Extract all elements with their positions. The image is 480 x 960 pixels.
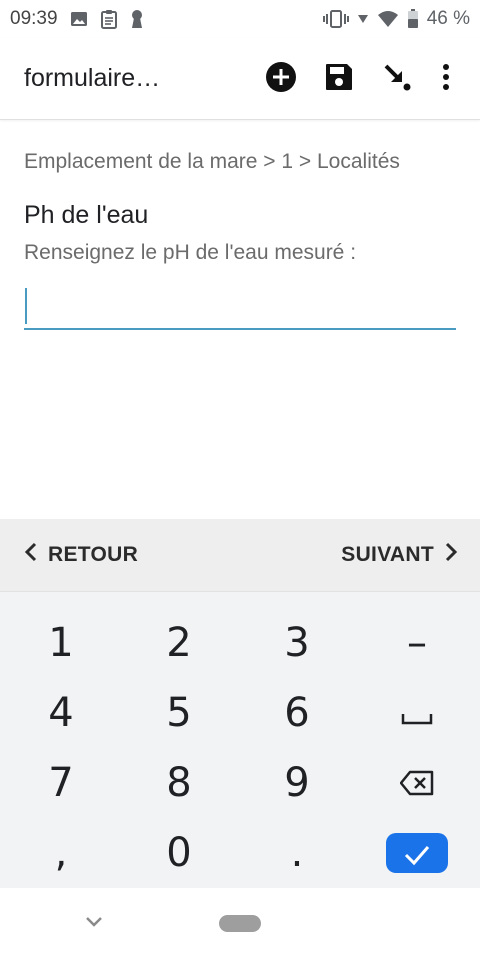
screen: 09:39 46 % formulaire… Emplacement de la… xyxy=(0,0,480,960)
app-bar-actions xyxy=(252,38,466,120)
back-button[interactable]: RETOUR xyxy=(24,542,138,568)
done-button[interactable] xyxy=(386,833,448,873)
home-pill[interactable] xyxy=(219,915,261,932)
more-vert-icon xyxy=(442,63,450,95)
system-navigation-bar xyxy=(0,888,480,960)
chevron-left-icon xyxy=(24,542,38,568)
key-comma[interactable]: , xyxy=(2,818,120,888)
go-to-end-button[interactable] xyxy=(368,50,426,108)
status-time: 09:39 xyxy=(10,8,58,29)
check-icon xyxy=(403,830,431,876)
form-navigation-bar: RETOUR SUIVANT xyxy=(0,519,480,591)
status-bar: 09:39 46 % xyxy=(0,0,480,38)
text-cursor xyxy=(25,288,27,324)
key-3[interactable]: 3 xyxy=(238,608,356,678)
space-bar-icon xyxy=(401,690,433,736)
key-8[interactable]: 8 xyxy=(120,748,238,818)
more-options-button[interactable] xyxy=(426,50,466,108)
question-hint: Renseignez le pH de l'eau mesuré : xyxy=(24,241,357,264)
add-circle-icon xyxy=(265,61,297,98)
key-2[interactable]: 2 xyxy=(120,608,238,678)
key-minus[interactable]: – xyxy=(358,608,476,678)
add-repeat-button[interactable] xyxy=(252,50,310,108)
hide-keyboard-button[interactable] xyxy=(80,910,108,938)
back-button-label: RETOUR xyxy=(48,543,139,566)
keyhole-icon xyxy=(130,9,144,29)
next-button-label: SUIVANT xyxy=(341,543,434,566)
key-5[interactable]: 5 xyxy=(120,678,238,748)
key-0[interactable]: 0 xyxy=(120,818,238,888)
wifi-icon xyxy=(377,10,399,28)
vibrate-icon xyxy=(322,9,349,29)
app-bar: formulaire… xyxy=(0,38,480,120)
key-7[interactable]: 7 xyxy=(2,748,120,818)
question-title: Ph de l'eau xyxy=(24,201,149,229)
battery-icon xyxy=(407,9,419,29)
numeric-keyboard: 1 2 3 – 4 5 6 7 8 9 , 0 . xyxy=(0,591,480,888)
save-icon xyxy=(324,62,354,97)
clipboard-icon xyxy=(100,9,118,29)
signal-icon xyxy=(357,13,369,25)
save-button[interactable] xyxy=(310,50,368,108)
chevron-down-icon xyxy=(85,915,103,933)
key-backspace[interactable] xyxy=(358,748,476,818)
key-space[interactable] xyxy=(358,678,476,748)
key-1[interactable]: 1 xyxy=(2,608,120,678)
key-done[interactable] xyxy=(358,818,476,888)
ph-answer-input[interactable] xyxy=(24,282,456,330)
key-9[interactable]: 9 xyxy=(238,748,356,818)
key-4[interactable]: 4 xyxy=(2,678,120,748)
chevron-right-icon xyxy=(444,542,458,568)
image-icon xyxy=(70,10,88,28)
key-period[interactable]: . xyxy=(238,818,356,888)
key-6[interactable]: 6 xyxy=(238,678,356,748)
next-button[interactable]: SUIVANT xyxy=(341,542,458,568)
breadcrumb: Emplacement de la mare > 1 > Localités xyxy=(24,150,400,173)
go-to-end-icon xyxy=(382,62,412,97)
form-title: formulaire… xyxy=(24,64,161,92)
backspace-icon xyxy=(399,760,434,806)
battery-percent: 46 % xyxy=(426,8,470,29)
